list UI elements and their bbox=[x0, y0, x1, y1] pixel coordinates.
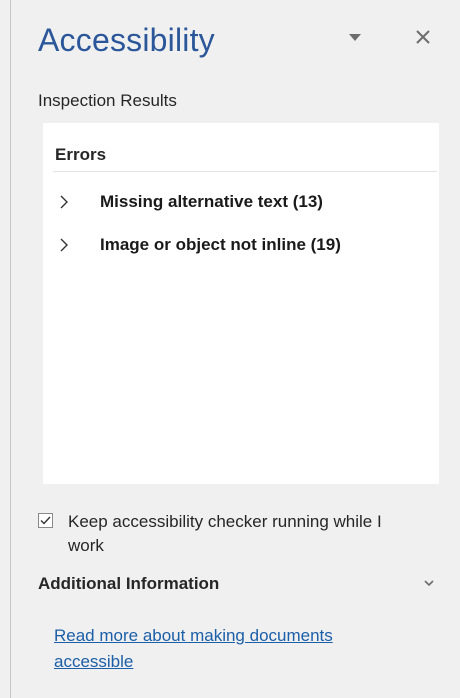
pane-options-button[interactable] bbox=[342, 24, 368, 50]
error-item-label: Image or object not inline (19) bbox=[100, 235, 341, 254]
pane-left-border bbox=[10, 0, 11, 698]
additional-information-title: Additional Information bbox=[38, 574, 220, 593]
keep-running-label: Keep accessibility checker running while… bbox=[68, 512, 382, 555]
inspection-results-label: Inspection Results bbox=[38, 91, 177, 110]
errors-divider bbox=[53, 171, 437, 172]
error-item-not-inline[interactable]: Image or object not inline (19) bbox=[53, 229, 429, 261]
error-item-missing-alt-text[interactable]: Missing alternative text (13) bbox=[53, 186, 429, 218]
inspection-results-box: Errors Missing alternative text (13) Ima… bbox=[43, 123, 439, 484]
dropdown-triangle-icon bbox=[349, 33, 361, 41]
pane-close-button[interactable] bbox=[410, 24, 436, 50]
additional-information-header[interactable]: Additional Information bbox=[38, 570, 438, 598]
keep-running-checkbox[interactable] bbox=[38, 513, 53, 528]
close-icon bbox=[416, 30, 430, 44]
keep-running-option[interactable]: Keep accessibility checker running while… bbox=[38, 510, 418, 558]
chevron-right-icon bbox=[53, 186, 83, 218]
accessibility-pane: Accessibility Inspection Results Errors … bbox=[0, 0, 460, 698]
read-more-link[interactable]: Read more about making documents accessi… bbox=[54, 623, 414, 675]
chevron-right-icon bbox=[53, 229, 83, 261]
error-item-label: Missing alternative text (13) bbox=[100, 192, 323, 211]
errors-heading: Errors bbox=[55, 145, 107, 164]
pane-title: Accessibility bbox=[38, 22, 215, 58]
chevron-down-icon bbox=[424, 580, 434, 587]
checkmark-icon bbox=[40, 516, 51, 525]
